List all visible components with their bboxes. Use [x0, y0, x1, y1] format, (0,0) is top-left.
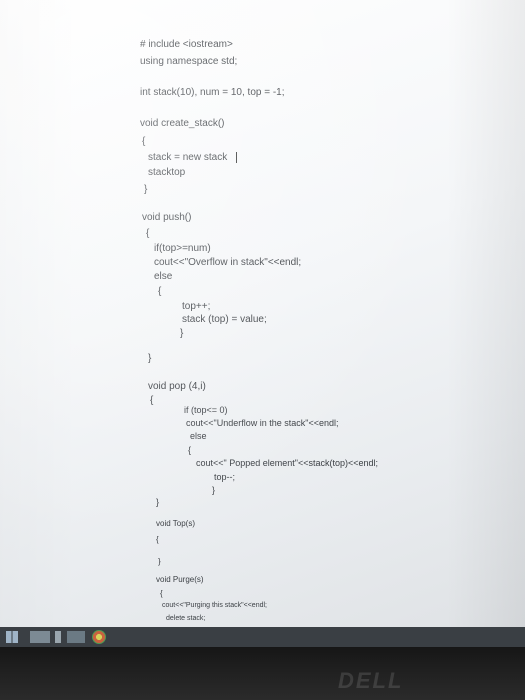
- code-line: cout<<"Overflow in stack"<<endl;: [154, 257, 302, 268]
- code-line: }: [156, 497, 160, 507]
- code-line: int stack(10), num = 10, top = -1;: [140, 87, 285, 98]
- code-line: cout<<"Underflow in the stack"<<endl;: [186, 418, 339, 428]
- code-line: cout<<" Popped element"<<stack(top)<<end…: [196, 458, 379, 468]
- start-icon[interactable]: [6, 631, 18, 643]
- code-line: if(top>=num): [154, 243, 211, 254]
- code-line: stacktop: [148, 167, 186, 178]
- code-line: void pop (4,i): [148, 381, 206, 392]
- code-line: void Purge(s): [156, 575, 204, 584]
- taskbar: [0, 627, 525, 647]
- code-line: stack = new stack: [148, 152, 228, 163]
- code-line: {: [188, 445, 192, 455]
- app-icon-2[interactable]: [67, 631, 85, 643]
- monitor-bezel: [0, 647, 525, 700]
- code-line: {: [150, 395, 154, 406]
- code-line: }: [148, 353, 152, 364]
- code-line: }: [144, 184, 148, 195]
- code-line: {: [156, 535, 159, 544]
- code-line: # include <iostream>: [140, 39, 233, 50]
- app-icon[interactable]: [55, 631, 61, 643]
- code-line: {: [146, 228, 150, 239]
- code-line: void create_stack(): [140, 118, 225, 129]
- code-line: cout<<"Purging this stack"<<endl;: [162, 602, 267, 609]
- code-line: delete stack;: [166, 615, 206, 622]
- code-line: else: [190, 431, 207, 441]
- code-line: top--;: [214, 472, 236, 482]
- code-editor-document[interactable]: # include <iostream> using namespace std…: [0, 0, 525, 627]
- code-line: if (top<= 0): [184, 405, 228, 415]
- file-explorer-icon[interactable]: [30, 631, 50, 643]
- monitor-logo: DELL: [338, 668, 404, 693]
- code-line: void Top(s): [156, 519, 195, 528]
- code-line: stack (top) = value;: [182, 314, 267, 325]
- code-line: else: [154, 271, 173, 282]
- code-line: using namespace std;: [140, 56, 238, 67]
- code-line: }: [212, 485, 216, 495]
- code-line: void push(): [142, 212, 192, 223]
- app-icon-3[interactable]: [92, 630, 106, 644]
- code-line: {: [142, 136, 146, 147]
- code-line: {: [160, 589, 163, 598]
- code-line: top++;: [182, 301, 211, 312]
- code-line: }: [158, 557, 161, 566]
- code-line: {: [158, 286, 162, 297]
- text-cursor: [236, 152, 237, 163]
- code-line: }: [180, 328, 184, 339]
